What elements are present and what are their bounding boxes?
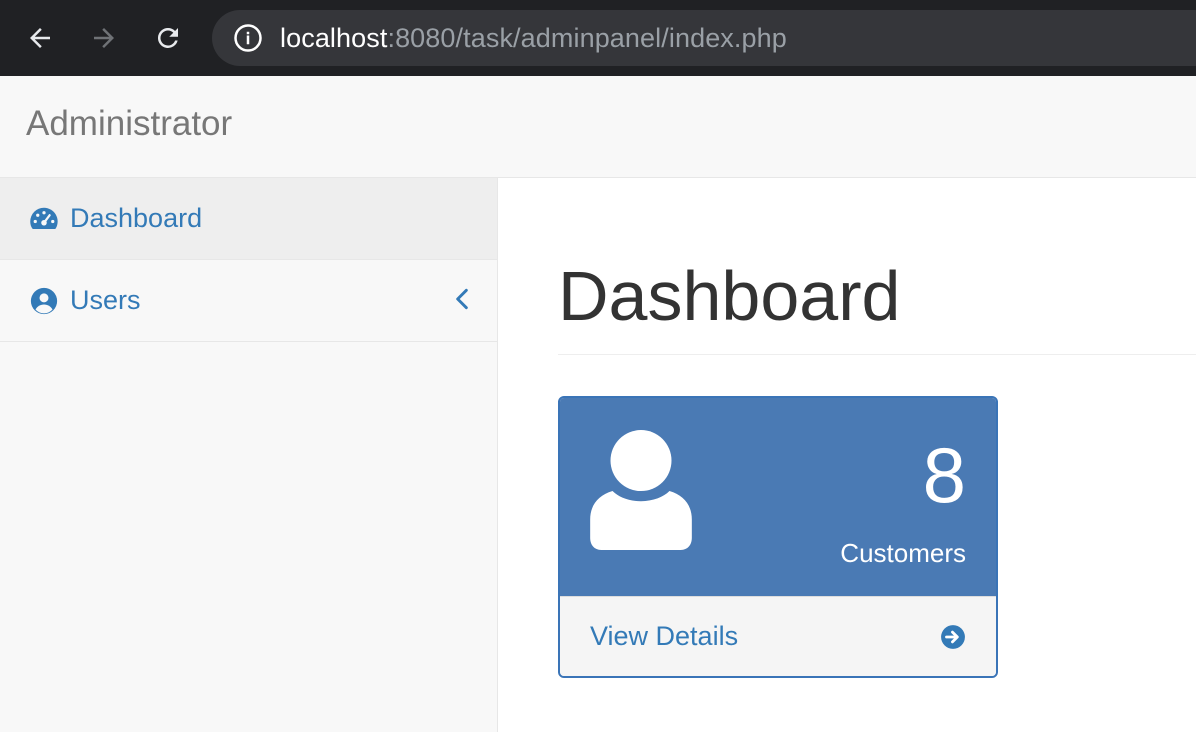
url-text[interactable]: localhost:8080/task/adminpanel/index.php: [280, 23, 787, 54]
view-details-label: View Details: [590, 621, 739, 651]
chevron-left-icon[interactable]: [453, 286, 471, 312]
user-icon: [590, 430, 692, 550]
panel-heading: 8 Customers: [560, 398, 996, 596]
back-arrow-icon: [30, 28, 50, 48]
sidebar-item-dashboard[interactable]: Dashboard: [0, 178, 497, 260]
reload-button[interactable]: [150, 20, 186, 56]
navbar-brand[interactable]: Administrator: [26, 104, 232, 144]
dashboard-icon: [28, 203, 60, 235]
forward-button[interactable]: [86, 20, 122, 56]
sidebar-item-label: Users: [70, 285, 141, 315]
customer-count: 8: [922, 431, 966, 519]
customer-count-label: Customers: [840, 538, 966, 568]
view-details-link[interactable]: View Details: [560, 596, 996, 676]
title-divider: [558, 354, 1196, 355]
url-path: :8080/task/adminpanel/index.php: [387, 22, 787, 53]
top-navbar: Administrator: [0, 76, 1196, 178]
reload-icon: [157, 27, 178, 48]
page-title: Dashboard: [558, 257, 901, 335]
url-host: localhost: [280, 22, 388, 53]
sidebar-item-users[interactable]: Users: [0, 260, 497, 342]
arrow-circle-right-icon: [941, 625, 965, 649]
sidebar-item-label: Dashboard: [70, 203, 203, 233]
sidebar: Dashboard Users: [0, 178, 498, 732]
forward-arrow-icon: [94, 28, 114, 48]
info-icon[interactable]: [232, 22, 264, 54]
address-bar[interactable]: localhost:8080/task/adminpanel/index.php: [212, 10, 1196, 66]
back-button[interactable]: [22, 20, 58, 56]
customers-panel: 8 Customers View Details: [558, 396, 998, 678]
browser-toolbar: localhost:8080/task/adminpanel/index.php: [0, 0, 1196, 76]
user-circle-icon: [28, 285, 60, 317]
